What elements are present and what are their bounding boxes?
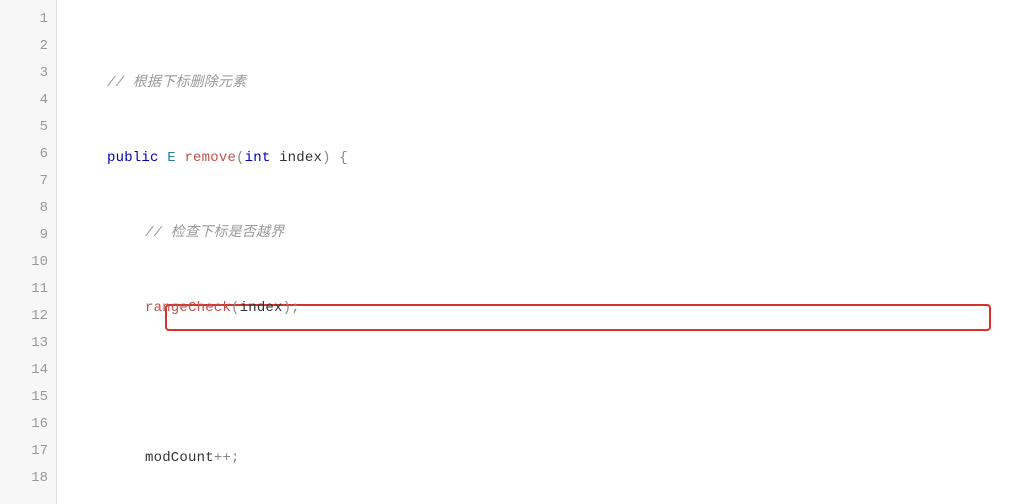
punct: ( xyxy=(236,150,245,166)
line-number: 18 xyxy=(0,465,48,492)
line-number: 6 xyxy=(0,141,48,168)
code-line: modCount++; xyxy=(69,445,1012,472)
line-number: 8 xyxy=(0,195,48,222)
semicolon: ; xyxy=(231,450,240,466)
type-E: E xyxy=(167,150,176,166)
code-line: // 根据下标删除元素 xyxy=(69,70,1012,97)
code-line: rangeCheck(index); xyxy=(69,295,1012,322)
line-number: 1 xyxy=(0,6,48,33)
line-number: 11 xyxy=(0,276,48,303)
line-number: 16 xyxy=(0,411,48,438)
line-number: 7 xyxy=(0,168,48,195)
punct: ( xyxy=(231,300,240,316)
line-number: 2 xyxy=(0,33,48,60)
code-area[interactable]: // 根据下标删除元素 public E remove(int index) {… xyxy=(57,0,1012,504)
ident-modCount: modCount xyxy=(145,450,214,466)
punct: ) xyxy=(283,300,292,316)
keyword-public: public xyxy=(107,150,159,166)
line-number-gutter: 1 2 3 4 5 6 7 8 9 10 11 12 13 14 15 16 1… xyxy=(0,0,57,504)
line-number: 14 xyxy=(0,357,48,384)
keyword-int: int xyxy=(245,150,271,166)
ident-index: index xyxy=(270,150,322,166)
method-remove: remove xyxy=(184,150,236,166)
line-number: 5 xyxy=(0,114,48,141)
code-editor: 1 2 3 4 5 6 7 8 9 10 11 12 13 14 15 16 1… xyxy=(0,0,1012,504)
line-number: 12 xyxy=(0,303,48,330)
method-rangeCheck: rangeCheck xyxy=(145,300,231,316)
line-number: 13 xyxy=(0,330,48,357)
line-number: 17 xyxy=(0,438,48,465)
semicolon: ; xyxy=(291,300,300,316)
ident-index: index xyxy=(240,300,283,316)
comment: // 检查下标是否越界 xyxy=(145,225,284,241)
punct: ) xyxy=(322,150,331,166)
line-number: 15 xyxy=(0,384,48,411)
line-number: 3 xyxy=(0,60,48,87)
line-number: 9 xyxy=(0,222,48,249)
comment: // 根据下标删除元素 xyxy=(107,75,246,91)
code-line xyxy=(69,370,1012,397)
line-number: 4 xyxy=(0,87,48,114)
line-number: 10 xyxy=(0,249,48,276)
op-increment: ++ xyxy=(214,450,231,466)
code-line: // 检查下标是否越界 xyxy=(69,220,1012,247)
brace: { xyxy=(331,150,348,166)
code-line: public E remove(int index) { xyxy=(69,145,1012,172)
